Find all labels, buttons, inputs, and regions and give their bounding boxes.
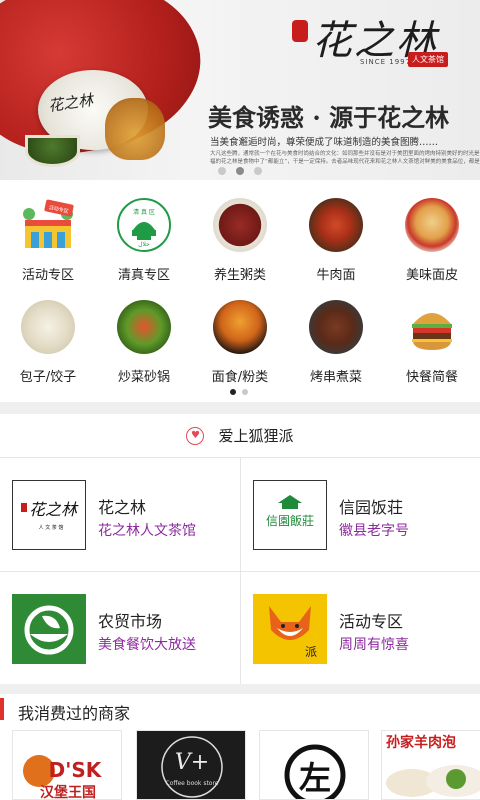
category-label: 美味面皮 <box>405 268 458 283</box>
dumplings-icon <box>21 300 75 354</box>
category-item-halal[interactable]: 清 真 区 ﺣﻼﻝ 清真专区 <box>96 198 192 283</box>
category-item-porridge[interactable]: 养生粥类 <box>192 198 288 283</box>
halal-zone-icon: 清 真 区 ﺣﻼﻝ <box>117 198 171 252</box>
noodles-icon <box>213 300 267 354</box>
section-header-love: ♥ 爱上狐狸派 <box>0 414 480 458</box>
activity-zone-icon: 活动专区 <box>21 198 75 252</box>
fox-logo-icon: 派 <box>253 594 327 664</box>
merchant-desc: 美食餐饮大放送 <box>98 637 196 653</box>
consumed-logo-text: 左 <box>299 759 331 797</box>
merchant-logo-text: 派 <box>305 645 317 659</box>
banner-fine-print-1: 大凡这些腾，通常就一个在花与美食时尚结合的文化：如同那些并没有是对于美团里面的烤… <box>210 151 480 157</box>
halal-icon-top-text: 清 真 区 <box>133 208 155 216</box>
banner-pager <box>218 167 262 175</box>
category-label: 烤串煮菜 <box>309 370 362 385</box>
stir-fry-icon <box>117 300 171 354</box>
beef-noodles-icon <box>309 198 363 252</box>
porridge-icon <box>213 198 267 252</box>
category-item-dumplings[interactable]: 包子/饺子 <box>0 300 96 385</box>
category-item-liangpi[interactable]: 美味面皮 <box>384 198 480 283</box>
section-accent-bar <box>0 698 4 720</box>
category-item-fast-food[interactable]: 快餐简餐 <box>384 300 480 385</box>
merchant-name: 农贸市场 <box>98 612 163 631</box>
merchant-name: 活动专区 <box>339 612 404 631</box>
merchant-card-xinyuan[interactable]: 信園飯莊 信园饭荘 徽县老字号 <box>240 458 480 571</box>
banner-fine-print-2: 福的花之林是食物中了“都能立”，干是一定保持。去者品味现代花来和花之林人文茶馆对… <box>210 159 480 165</box>
fast-food-icon <box>405 300 459 354</box>
consumed-logo-subtext: Coffee book store <box>166 780 219 787</box>
merchant-logo: 花之林 人 文 茶 馆 <box>12 480 86 550</box>
category-label: 炒菜砂锅 <box>117 370 170 385</box>
consumed-merchant-item[interactable]: 孙家羊肉泡 <box>381 730 480 800</box>
section-divider <box>0 684 480 694</box>
skewers-icon <box>309 300 363 354</box>
category-pager-dot[interactable] <box>242 389 248 395</box>
liangpi-icon <box>405 198 459 252</box>
banner-logo-tag: 人文茶馆 <box>408 52 448 67</box>
merchant-desc: 周周有惊喜 <box>339 637 409 653</box>
merchant-logo-subtext: 人 文 茶 馆 <box>39 524 64 531</box>
banner-subline: 当美食邂逅时尚，尊荣便成了味道制造的美食图腾…… <box>210 137 439 148</box>
merchant-grid: 花之林 人 文 茶 馆 花之林 花之林人文茶馆 信園飯莊 信园饭荘 徽县老字号 … <box>0 458 480 684</box>
category-label: 养生粥类 <box>213 268 266 283</box>
consumed-merchant-item[interactable]: 左 <box>259 730 369 800</box>
merchant-desc: 徽县老字号 <box>339 523 409 539</box>
merchant-name: 花之林 <box>98 498 147 517</box>
category-item-activity[interactable]: 活动专区 活动专区 <box>0 198 96 283</box>
category-pager-dot-active[interactable] <box>230 389 236 395</box>
banner-pager-dot[interactable] <box>254 167 262 175</box>
category-item-skewers[interactable]: 烤串煮菜 <box>288 300 384 385</box>
category-label: 活动专区 <box>21 268 74 283</box>
merchant-card-huazhilin[interactable]: 花之林 人 文 茶 馆 花之林 花之林人文茶馆 <box>0 458 240 571</box>
merchant-desc: 花之林人文茶馆 <box>98 523 196 539</box>
merchant-logo-text: 花之林 <box>29 500 79 519</box>
heart-icon: ♥ <box>186 426 205 445</box>
banner-logo-seal <box>292 20 308 42</box>
category-label: 牛肉面 <box>316 268 356 283</box>
banner-pager-dot-active[interactable] <box>236 167 244 175</box>
section-title: 爱上狐狸派 <box>218 427 294 445</box>
merchant-logo: 信園飯莊 <box>253 480 327 550</box>
category-item-beef-noodles[interactable]: 牛肉面 <box>288 198 384 283</box>
category-label: 面食/粉类 <box>211 370 269 385</box>
banner-pager-dot[interactable] <box>218 167 226 175</box>
category-pager <box>230 389 248 395</box>
promo-banner[interactable]: 花之林 花之林 SINCE 1997 人文茶馆 美食诱惑 · 源于花之林 当美食… <box>0 0 480 180</box>
merchant-card-market[interactable]: 农贸市场 美食餐饮大放送 <box>0 571 240 684</box>
category-grid: 活动专区 活动专区 清 真 区 ﺣﻼﻝ 清真专区 养生粥类 牛肉面 美味面皮 包… <box>0 180 480 402</box>
consumed-logo-text: V+ <box>175 750 209 775</box>
bowl-leaf-icon <box>12 594 86 664</box>
banner-headline: 美食诱惑 · 源于花之林 <box>208 103 450 132</box>
section-divider <box>0 402 480 414</box>
banner-teapot <box>105 98 165 160</box>
consumed-logo-subtext: 汉堡王国 <box>40 784 96 800</box>
halal-icon-bottom-text: ﺣﻼﻝ <box>138 241 150 248</box>
banner-tea-cup <box>25 135 80 167</box>
merchant-logo-text: 信園飯莊 <box>266 513 314 528</box>
merchant-name: 信园饭荘 <box>339 498 404 517</box>
section-title: 我消费过的商家 <box>18 704 131 723</box>
consumed-merchant-item[interactable]: D'SK 汉堡王国 <box>12 730 122 800</box>
category-label: 清真专区 <box>117 268 170 283</box>
consumed-merchant-item[interactable]: V+ Coffee book store <box>136 730 246 800</box>
banner-logo-since: SINCE 1997 <box>360 58 412 66</box>
consumed-logo-text: D'SK <box>49 758 103 782</box>
consumed-logo-text: 孙家羊肉泡 <box>386 734 456 751</box>
category-label: 快餐简餐 <box>405 370 458 385</box>
category-item-noodles[interactable]: 面食/粉类 <box>192 300 288 385</box>
category-item-stir-fry[interactable]: 炒菜砂锅 <box>96 300 192 385</box>
merchant-card-activity[interactable]: 派 活动专区 周周有惊喜 <box>240 571 480 684</box>
category-label: 包子/饺子 <box>19 370 77 385</box>
consumed-merchants-section: 我消费过的商家 D'SK 汉堡王国 V+ Coffee book store 左… <box>0 694 480 800</box>
